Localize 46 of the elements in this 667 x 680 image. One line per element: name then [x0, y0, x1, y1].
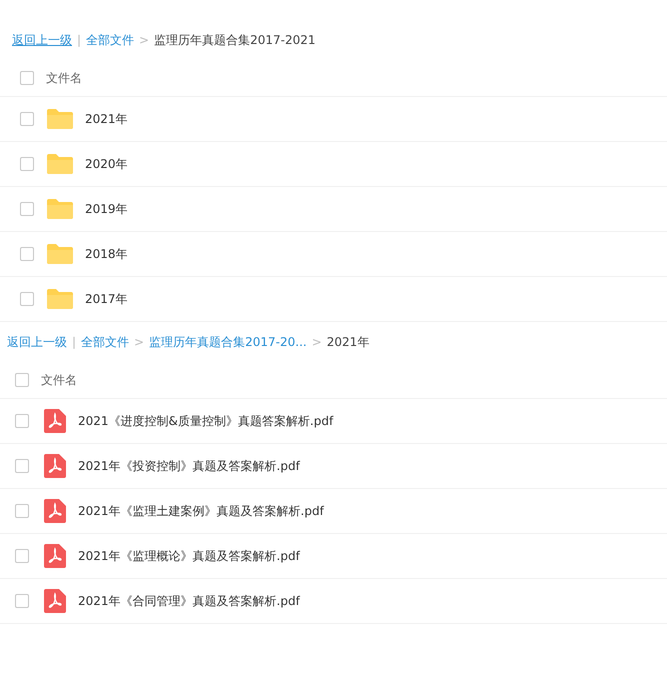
folder-icon: [46, 153, 74, 175]
breadcrumb-separator: |: [77, 32, 82, 49]
checkbox[interactable]: [15, 504, 29, 518]
checkbox[interactable]: [20, 112, 34, 126]
file-name[interactable]: 2021年: [85, 110, 128, 128]
column-header: 文件名: [41, 372, 77, 389]
checkbox[interactable]: [20, 202, 34, 216]
pdf-icon: [44, 454, 66, 478]
file-name[interactable]: 2017年: [85, 290, 128, 308]
checkbox[interactable]: [20, 157, 34, 171]
breadcrumb-separator: >: [134, 334, 144, 351]
breadcrumb-separator: >: [139, 32, 150, 49]
breadcrumb-link[interactable]: 全部文件: [81, 333, 130, 351]
breadcrumb-separator: >: [312, 334, 322, 351]
file-name[interactable]: 2021年《监理土建案例》真题及答案解析.pdf: [78, 502, 324, 520]
file-name[interactable]: 2021年《合同管理》真题及答案解析.pdf: [78, 592, 300, 610]
checkbox[interactable]: [15, 414, 29, 428]
checkbox[interactable]: [15, 459, 29, 473]
checkbox[interactable]: [15, 594, 29, 608]
breadcrumb-link[interactable]: 返回上一级: [7, 333, 67, 351]
folder-icon: [46, 288, 74, 310]
folder-icon: [46, 198, 74, 220]
checkbox[interactable]: [15, 549, 29, 563]
pdf-icon: [44, 544, 66, 568]
breadcrumb-separator: |: [72, 334, 76, 351]
file-name[interactable]: 2018年: [85, 245, 128, 263]
file-name[interactable]: 2021年《投资控制》真题及答案解析.pdf: [78, 457, 300, 475]
back-link[interactable]: 返回上一级: [12, 31, 72, 49]
checkbox[interactable]: [20, 71, 34, 85]
checkbox[interactable]: [15, 373, 29, 387]
breadcrumb-link[interactable]: 监理历年真题合集2017-20...: [149, 333, 307, 351]
pdf-icon: [44, 589, 66, 613]
folder-icon: [46, 108, 74, 130]
breadcrumb-current: 监理历年真题合集2017-2021: [154, 32, 316, 49]
file-name[interactable]: 2019年: [85, 200, 128, 218]
breadcrumb-current: 2021年: [326, 334, 370, 351]
column-header: 文件名: [46, 70, 82, 87]
checkbox[interactable]: [20, 247, 34, 261]
pdf-icon: [44, 409, 66, 433]
file-name[interactable]: 2021年《监理概论》真题及答案解析.pdf: [78, 547, 300, 565]
checkbox[interactable]: [20, 292, 34, 306]
file-name[interactable]: 2020年: [85, 155, 128, 173]
breadcrumb-link[interactable]: 全部文件: [86, 31, 134, 49]
pdf-icon: [44, 499, 66, 523]
folder-icon: [46, 243, 74, 265]
file-name[interactable]: 2021《进度控制&质量控制》真题答案解析.pdf: [78, 412, 334, 430]
